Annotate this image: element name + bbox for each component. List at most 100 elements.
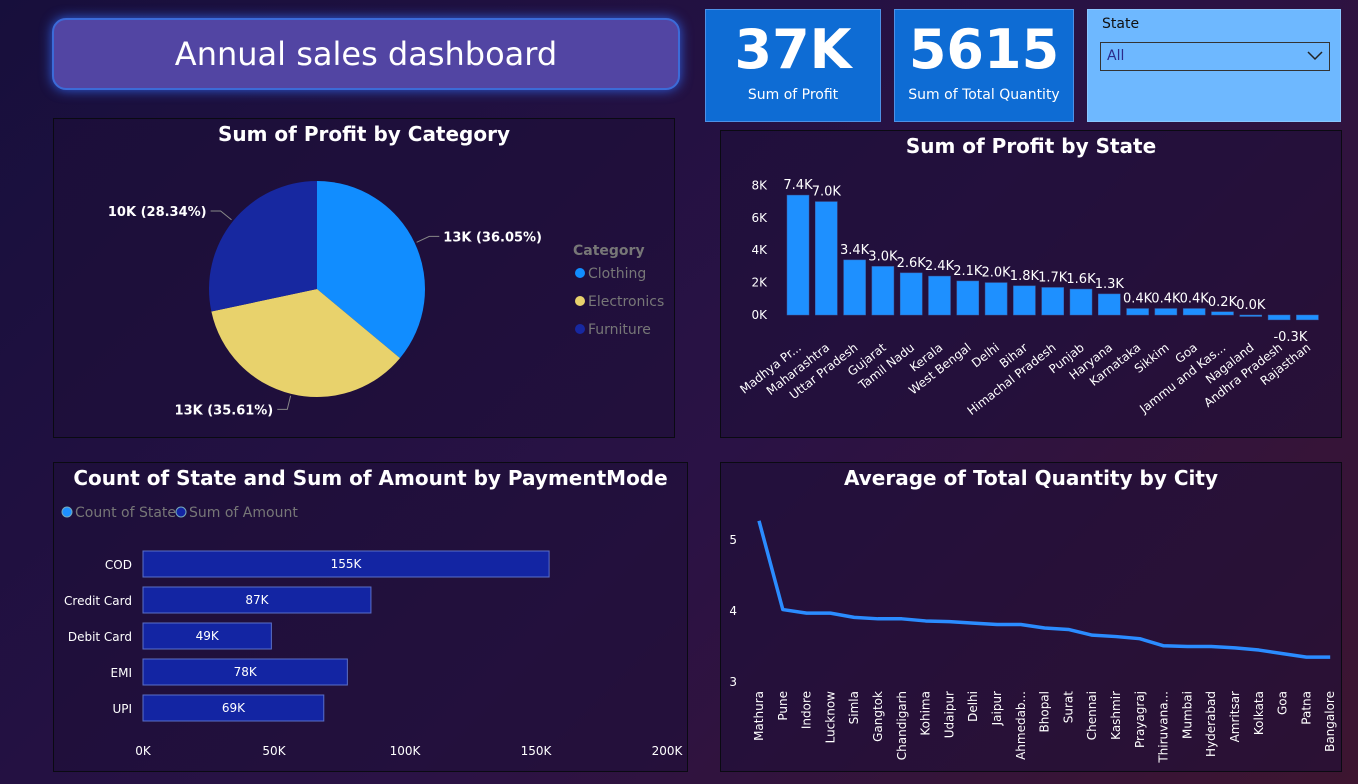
x-tick-label: Ahmedab... <box>1014 691 1028 760</box>
state-data-label: 3.0K <box>868 249 898 264</box>
legend-marker-electronics <box>575 296 585 306</box>
payment-data-label: 49K <box>196 629 220 643</box>
state-bar <box>1154 308 1178 316</box>
state-data-label: 0.2K <box>1208 295 1238 310</box>
pie-data-label: 10K (28.34%) <box>108 205 207 220</box>
payment-data-label: 87K <box>245 593 269 607</box>
legend-item-electronics: Electronics <box>588 294 664 310</box>
x-tick-label: Goa <box>1276 691 1290 715</box>
state-bar <box>1239 314 1263 317</box>
x-tick-label: Mathura <box>752 691 766 741</box>
legend-item-sum-of-amount: Sum of Amount <box>189 505 298 521</box>
pie-chart: 13K (36.05%) 13K (35.61%) 10K (28.34%) Cate… <box>108 181 664 418</box>
x-tick-label: Chennai <box>1085 691 1099 740</box>
state-dropdown[interactable]: All <box>1100 42 1330 71</box>
dashboard-title: Annual sales dashboard <box>52 18 680 90</box>
legend-item-count-of-state: Count of State <box>75 505 176 521</box>
payment-data-label: 78K <box>234 665 258 679</box>
y-tick-label: COD <box>105 558 132 572</box>
y-tick-label: EMI <box>111 666 132 680</box>
state-bar <box>1182 308 1206 316</box>
legend-marker-count-of-state <box>61 506 73 518</box>
x-tick-label: 200K <box>652 744 684 758</box>
state-bar <box>1069 288 1093 316</box>
x-tick-label: Chandigarh <box>895 691 909 760</box>
x-tick-label: Indore <box>800 691 814 729</box>
kpi-label-quantity: Sum of Total Quantity <box>908 86 1060 103</box>
state-bar-chart: 0K2K4K6K8K 7.4KMadhya Pr...7.0KMaharashtr… <box>737 178 1319 418</box>
state-bar <box>1041 287 1064 316</box>
pie-leader-line <box>416 235 440 243</box>
x-tick-label: Kohima <box>919 691 933 736</box>
y-tick-label: 3 <box>729 675 737 689</box>
x-tick-label: 150K <box>521 744 553 758</box>
legend-marker-furniture <box>575 324 585 334</box>
x-tick-label: Hyderabad <box>1204 691 1218 757</box>
state-slicer: State All <box>1087 9 1341 122</box>
state-data-label: 0.4K <box>1123 292 1153 307</box>
x-tick-label: Mumbai <box>1180 691 1194 739</box>
pie-leader-line <box>277 395 292 410</box>
state-bar <box>843 259 866 316</box>
x-tick-label: Bhopal <box>1038 691 1052 732</box>
y-tick-label: 4K <box>751 243 768 257</box>
kpi-value-profit: 37K <box>734 17 852 81</box>
x-tick-label: Udaipur <box>942 691 956 738</box>
x-tick-label: Surat <box>1061 691 1075 724</box>
state-bar <box>1098 293 1121 316</box>
state-data-label: 7.0K <box>812 185 842 200</box>
x-tick-label: 100K <box>390 744 422 758</box>
slicer-label: State <box>1102 16 1140 32</box>
state-bar <box>1013 285 1036 316</box>
city-line <box>757 520 1331 659</box>
legend-item-clothing: Clothing <box>588 266 646 282</box>
kpi-card-profit: 37K Sum of Profit <box>705 9 881 122</box>
state-dropdown-value: All <box>1107 48 1125 64</box>
payment-bar-chart: Count of State Sum of Amount COD 155K Credit… <box>61 505 684 758</box>
pie-data-label: 13K (35.61%) <box>175 403 274 418</box>
pie-data-label: 13K (36.05%) <box>443 230 542 245</box>
y-tick-label: Credit Card <box>64 594 132 608</box>
y-tick-label: 0K <box>751 308 768 322</box>
state-bar <box>786 194 810 316</box>
state-data-label: 1.6K <box>1066 272 1096 287</box>
profit-by-category-panel: Sum of Profit by Category 13K (36.05%) 13… <box>53 118 675 438</box>
y-tick-label: 6K <box>751 211 768 225</box>
x-tick-label: Simla <box>847 691 861 724</box>
x-tick-label: Kolkata <box>1252 691 1266 735</box>
x-tick-label: Lucknow <box>823 691 837 744</box>
x-tick-label: 50K <box>262 744 286 758</box>
x-tick-label: Kashmir <box>1109 691 1123 740</box>
y-tick-label: Debit Card <box>68 630 132 644</box>
state-bar <box>1296 314 1319 321</box>
legend-marker-sum-of-amount <box>175 506 187 518</box>
y-tick-label: 2K <box>751 276 768 290</box>
x-tick-label: Amritsar <box>1228 691 1242 742</box>
kpi-label-profit: Sum of Profit <box>747 86 839 103</box>
x-tick-label: 0K <box>135 744 152 758</box>
quantity-by-city-panel: Average of Total Quantity by City 3 4 5 Mat… <box>720 462 1342 772</box>
state-bar <box>1211 311 1234 316</box>
y-tick-label: UPI <box>112 702 132 716</box>
pie-leader-line <box>210 210 232 221</box>
state-bar <box>871 266 895 316</box>
state-data-label: 0.0K <box>1236 298 1266 313</box>
state-data-label: 1.3K <box>1095 277 1125 292</box>
pie-slice-furniture <box>209 181 317 312</box>
state-data-label: 0.4K <box>1180 292 1210 307</box>
city-line-chart: 3 4 5 Mathura Pune Indore Lucknow Simla Gangtok C… <box>729 520 1337 764</box>
state-bar <box>956 280 980 316</box>
profit-by-state-panel: Sum of Profit by State 0K 2K 4K 6K 8K 7.4K Mad… <box>720 130 1342 438</box>
state-data-label: 2.1K <box>953 264 983 279</box>
state-bar <box>984 282 1008 316</box>
x-tick-label: Patna <box>1299 691 1313 725</box>
y-tick-label: 5 <box>729 533 737 547</box>
x-tick-label: Gangtok <box>871 691 885 742</box>
x-tick-label: Delhi <box>969 340 1002 370</box>
legend-item-furniture: Furniture <box>588 322 651 338</box>
payment-mode-panel: Count of State and Sum of Amount by Paym… <box>53 462 688 772</box>
x-tick-label: Thiruvana... <box>1157 691 1171 764</box>
payment-data-label: 69K <box>222 701 246 715</box>
state-bar <box>1267 314 1291 321</box>
state-data-label: 7.4K <box>783 178 813 193</box>
